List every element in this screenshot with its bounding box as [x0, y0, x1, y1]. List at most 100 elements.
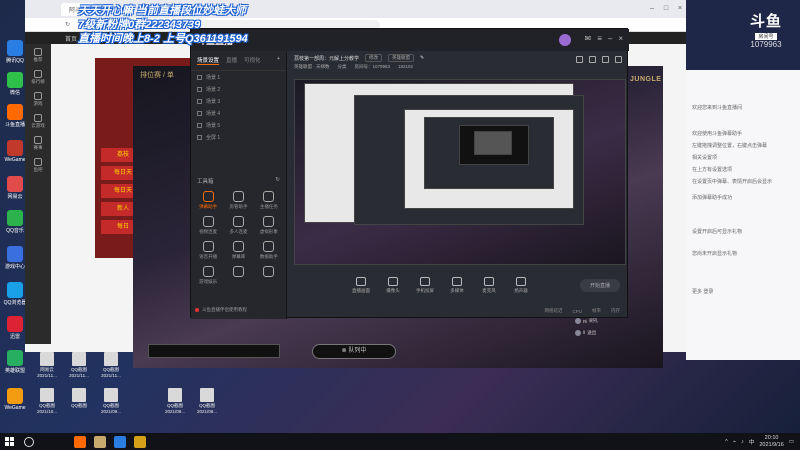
- start-live-button[interactable]: 开始直播: [579, 278, 620, 292]
- scene-item[interactable]: 场景 2: [191, 83, 286, 95]
- gift-icon[interactable]: [576, 56, 583, 63]
- help-link[interactable]: 斗鱼直播伴侣使用教程: [195, 307, 247, 313]
- tool-tasks[interactable]: 主播任务: [254, 191, 284, 210]
- close-icon[interactable]: ×: [618, 34, 623, 46]
- nav-home[interactable]: 首页: [65, 34, 77, 43]
- tool-video-link[interactable]: 视频连麦: [193, 216, 223, 235]
- tool-voice[interactable]: 语音开播: [193, 241, 223, 260]
- scene-item[interactable]: 场景 4: [191, 107, 286, 119]
- scene-item[interactable]: 场景 1: [191, 71, 286, 83]
- desktop-file-icon[interactable]: 网易云 2021/11...: [32, 352, 62, 378]
- chevron-up-icon[interactable]: ^: [725, 439, 728, 445]
- taskbar-app-icon[interactable]: [94, 435, 106, 448]
- tool-room-admin[interactable]: 房管助手: [223, 191, 253, 210]
- room-label: 房间号: [755, 33, 777, 40]
- warning-icon: [195, 308, 199, 312]
- close-icon[interactable]: ×: [674, 3, 686, 15]
- tool-danmaku-lib[interactable]: 弹幕库: [223, 241, 253, 260]
- desktop-file-icon[interactable]: QQ截图 2021/10...: [32, 388, 62, 414]
- room-category: 分类: [337, 64, 347, 69]
- voice-icon: [202, 241, 214, 252]
- tool-danmaku[interactable]: 弹幕助手: [193, 191, 223, 210]
- refresh-icon[interactable]: ↻: [65, 21, 70, 28]
- windows-icon: [4, 437, 14, 446]
- minimize-icon[interactable]: –: [646, 3, 658, 15]
- desktop-file-icon[interactable]: QQ截图: [64, 388, 94, 409]
- sidebar-item[interactable]: 排行榜: [25, 66, 51, 88]
- tab-live[interactable]: 直播: [226, 56, 237, 65]
- minimize-icon[interactable]: –: [608, 34, 612, 46]
- tool-avatar[interactable]: 虚拟形象: [254, 216, 284, 235]
- sidebar-item[interactable]: 游戏: [25, 88, 51, 110]
- sidebar-item[interactable]: 云游戏: [25, 110, 51, 132]
- fans-count: 182192: [398, 64, 414, 69]
- desktop-file-icon[interactable]: QQ截图 2021/11...: [96, 352, 126, 378]
- speaker-button[interactable]: 扬声器: [508, 276, 534, 294]
- input-language[interactable]: 中: [749, 438, 755, 446]
- file-icon: [72, 388, 86, 402]
- edit-icon[interactable]: ✎: [420, 55, 424, 61]
- status-bar: 网络延迟 CPU 帧率 内存: [288, 305, 628, 317]
- desktop-file-icon[interactable]: QQ截图 2021/11...: [64, 352, 94, 378]
- desktop-icon[interactable]: 英雄联盟: [2, 350, 28, 374]
- taskbar-app-icon[interactable]: [134, 435, 146, 448]
- settings-icon[interactable]: [602, 56, 609, 63]
- lock-icon[interactable]: [589, 56, 596, 63]
- tool-multi-link[interactable]: 多人连麦: [223, 216, 253, 235]
- start-button[interactable]: [0, 433, 18, 450]
- stream-preview[interactable]: [294, 79, 626, 265]
- eye-icon: [197, 110, 202, 116]
- status-latency: 网络延迟: [544, 308, 563, 313]
- mic-icon: [484, 276, 494, 286]
- share-icon[interactable]: [615, 56, 622, 63]
- app-icon: [7, 176, 23, 192]
- add-icon[interactable]: +: [277, 56, 280, 65]
- sidebar-icon: [34, 69, 42, 78]
- source-camera-button[interactable]: 摄像头: [380, 276, 406, 294]
- danmaku-footer[interactable]: 更多 登录: [692, 288, 792, 295]
- queue-button[interactable]: ⊗ 队列中: [312, 344, 396, 359]
- avatar[interactable]: [558, 34, 571, 46]
- chart-icon: [263, 241, 275, 252]
- scene-item[interactable]: 场景 5: [191, 119, 286, 131]
- tool-data[interactable]: 数据助手: [254, 241, 284, 260]
- clock[interactable]: 20:10 2021/9/16: [759, 435, 783, 449]
- tool-game[interactable]: 游戏娱乐: [193, 266, 223, 285]
- refresh-icon[interactable]: ↻: [275, 177, 280, 185]
- mail-icon[interactable]: ✉: [585, 34, 592, 46]
- mic-button[interactable]: 麦克风: [476, 276, 502, 294]
- sidebar-item[interactable]: 推荐: [25, 44, 51, 66]
- app-icon: [7, 140, 23, 156]
- source-screen-button[interactable]: 直播画面: [348, 276, 374, 294]
- tab-scene[interactable]: 场景设置: [197, 56, 220, 65]
- desktop-icon[interactable]: WeGame: [2, 388, 28, 411]
- app-icon: [7, 40, 23, 56]
- sidebar-item[interactable]: 赛事: [25, 132, 51, 154]
- tab-visual[interactable]: 可视化: [244, 56, 261, 65]
- volume-icon[interactable]: ♪: [741, 439, 744, 445]
- tool-extra[interactable]: [254, 266, 284, 285]
- taskbar-app-icon[interactable]: [74, 435, 86, 448]
- search-icon[interactable]: [24, 436, 34, 447]
- menu-icon[interactable]: ≡: [597, 34, 602, 46]
- tool-more[interactable]: [223, 266, 253, 285]
- notification-icon[interactable]: ▭: [789, 439, 794, 445]
- danmaku-line: 欢迎使用斗鱼弹幕助手: [692, 131, 743, 137]
- taskbar-app-icon[interactable]: [114, 435, 126, 448]
- chat-input[interactable]: [148, 344, 280, 358]
- maximize-icon[interactable]: □: [660, 3, 672, 15]
- source-phone-button[interactable]: 手机投屏: [412, 276, 438, 294]
- category-button[interactable]: 英雄联盟: [388, 54, 415, 62]
- danmaku-line: 设置开启后可显示礼物: [692, 229, 743, 235]
- scene-item[interactable]: 场景 3: [191, 95, 286, 107]
- sidebar-item[interactable]: 鱼吧: [25, 154, 51, 176]
- eye-icon: [197, 74, 202, 80]
- desktop-file-icon[interactable]: QQ截图 2021/08...: [160, 388, 190, 414]
- desktop-file-icon[interactable]: QQ截图 2021/09...: [96, 388, 126, 414]
- edit-title-button[interactable]: 修改: [365, 54, 383, 62]
- network-icon[interactable]: ⌁: [733, 439, 736, 445]
- toolbox-header: 工具箱 ↻: [197, 177, 280, 185]
- source-media-button[interactable]: 多媒体: [444, 276, 470, 294]
- desktop-file-icon[interactable]: QQ截图 2021/08...: [192, 388, 222, 414]
- scene-item[interactable]: 全屏 1: [191, 131, 286, 143]
